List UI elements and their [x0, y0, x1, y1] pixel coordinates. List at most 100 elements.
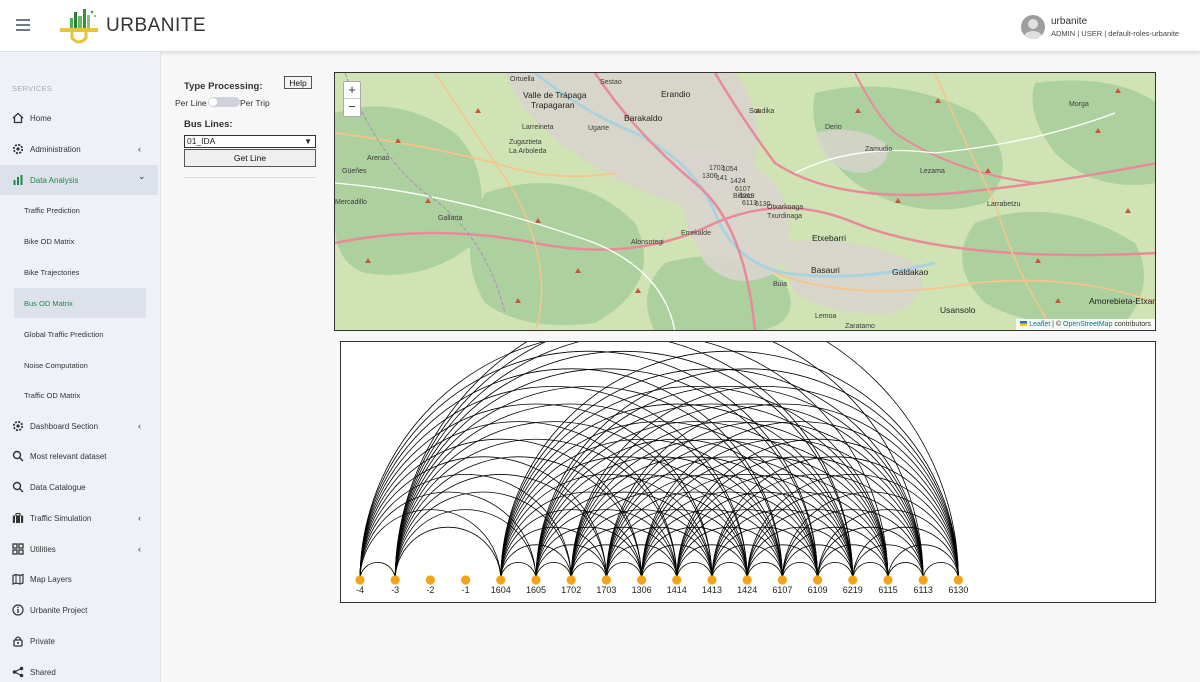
od-link-arc	[606, 491, 783, 581]
zoom-control: + −	[343, 81, 361, 117]
od-node-label: -2	[426, 585, 434, 595]
map-stop-label: 6130	[755, 201, 771, 208]
map-label: Zamudio	[865, 146, 893, 153]
sidebar-item-data-catalogue[interactable]: Data Catalogue	[0, 472, 158, 502]
od-node[interactable]	[742, 575, 752, 585]
od-node[interactable]	[672, 575, 682, 585]
od-node[interactable]	[953, 575, 964, 585]
map-label: La Arboleda	[509, 148, 547, 155]
map-label: Barakaldo	[624, 113, 663, 123]
sidebar-item-label: Home	[30, 113, 52, 123]
od-link-arc	[359, 491, 537, 581]
map-stop-label: 6219	[739, 193, 755, 200]
get-line-button[interactable]: Get Line	[184, 149, 316, 167]
sidebar-subitem-traffic-prediction[interactable]: Traffic Prediction	[0, 195, 158, 225]
share-icon	[12, 666, 24, 678]
od-link-arc	[782, 562, 818, 581]
lock-icon	[13, 636, 23, 647]
od-node[interactable]	[848, 575, 858, 585]
od-node[interactable]	[601, 575, 611, 585]
map-attribution: Leaflet | © OpenStreetMap contributors	[1016, 319, 1155, 330]
search-icon	[12, 450, 24, 462]
zoom-out-button[interactable]: −	[344, 99, 360, 116]
sidebar-item-utilities[interactable]: Utilities ‹	[0, 534, 158, 564]
sidebar-item-label: Urbanite Project	[30, 605, 88, 615]
search-icon	[12, 481, 24, 493]
od-arc-diagram: -4 -3 -2 -1 1604 1605 1702 1703 1306 1414 1413 1424…	[340, 341, 1156, 603]
sidebar-item-administration[interactable]: Administration ‹	[0, 134, 158, 164]
od-node[interactable]	[707, 575, 717, 585]
hamburger-menu-icon[interactable]	[16, 19, 30, 31]
sidebar-item-dashboard-section[interactable]: Dashboard Section ‹	[0, 411, 158, 441]
gear-icon	[12, 420, 24, 432]
sidebar-subitem-label: Noise Computation	[24, 361, 88, 370]
od-link-arc	[535, 491, 713, 581]
openstreetmap-link[interactable]: OpenStreetMap	[1063, 321, 1112, 328]
user-roles: ADMIN | USER | default-roles-urbanite	[1051, 29, 1180, 38]
sidebar-subitem-bike-trajectories[interactable]: Bike Trajectories	[0, 257, 158, 287]
od-link-arc	[394, 342, 924, 581]
urbanite-logo	[60, 9, 98, 44]
zoom-in-button[interactable]: +	[344, 82, 360, 99]
sidebar-item-data-analysis[interactable]: Data Analysis ⌄	[0, 165, 158, 195]
od-node-label: 1306	[632, 585, 652, 595]
od-node[interactable]	[813, 575, 823, 585]
avatar[interactable]	[1021, 15, 1045, 39]
sidebar-subitem-traffic-od-matrix[interactable]: Traffic OD Matrix	[0, 380, 158, 410]
processing-type-toggle[interactable]	[208, 97, 240, 107]
sidebar-item-most-relevant-dataset[interactable]: Most relevant dataset	[0, 441, 158, 471]
sidebar-item-private[interactable]: Private	[0, 626, 158, 656]
sidebar-item-home[interactable]: Home	[0, 103, 158, 133]
map-view[interactable]: + − Ortuella Sestao Valle de Trápaga Tra…	[334, 72, 1156, 331]
od-node[interactable]	[883, 575, 893, 585]
map-label: Lezama	[920, 168, 945, 175]
od-link-arc	[535, 562, 572, 581]
sidebar-item-urbanite-project[interactable]: Urbanite Project	[0, 595, 158, 625]
od-node-label: 6130	[948, 585, 968, 595]
od-node-label: 1605	[526, 585, 546, 595]
chevron-left-icon: ‹	[138, 421, 141, 431]
bus-line-selected-value: 01_IDA	[187, 136, 216, 146]
od-link-arc	[676, 491, 854, 581]
od-link-arc	[570, 386, 959, 581]
map-label: Otxarkoaga	[767, 204, 804, 211]
od-link-arc	[394, 491, 572, 581]
od-node[interactable]	[496, 575, 506, 585]
od-node[interactable]	[531, 575, 541, 585]
od-link-arc	[641, 491, 818, 581]
sidebar-subitem-bike-od-matrix[interactable]: Bike OD Matrix	[0, 226, 158, 256]
brand-name: URBANITE	[106, 15, 207, 36]
sidebar-subitem-bus-od-matrix[interactable]: Bus OD Matrix	[14, 288, 146, 318]
bus-line-select[interactable]: 01_IDA ▼	[184, 135, 316, 148]
od-node-label: 6107	[772, 585, 792, 595]
od-node[interactable]	[777, 575, 787, 585]
bus-lines-label: Bus Lines:	[184, 119, 233, 130]
sidebar-subitem-noise-computation[interactable]: Noise Computation	[0, 350, 158, 380]
map-label: Arenao	[367, 155, 390, 162]
sidebar-item-traffic-simulation[interactable]: Traffic Simulation ‹	[0, 503, 158, 533]
map-stop-label: 141	[716, 175, 728, 182]
map-label: Errekalde	[681, 230, 711, 237]
od-node[interactable]	[918, 575, 928, 585]
od-node[interactable]	[425, 575, 435, 585]
attribution-separator: | ©	[1050, 321, 1064, 328]
od-node[interactable]	[390, 575, 400, 585]
sidebar-item-map-layers[interactable]: Map Layers	[0, 564, 158, 594]
grid-icon	[12, 543, 24, 555]
od-node-label: 1413	[702, 585, 722, 595]
od-node[interactable]	[637, 575, 647, 585]
sidebar-subitem-global-traffic-prediction[interactable]: Global Traffic Prediction	[0, 319, 158, 349]
map-label: Usansolo	[940, 305, 976, 315]
od-link-arc	[394, 342, 889, 581]
sidebar-item-label: Dashboard Section	[30, 421, 99, 431]
od-node[interactable]	[461, 575, 471, 585]
leaflet-link[interactable]: Leaflet	[1029, 321, 1050, 328]
od-node-label: 6109	[808, 585, 828, 595]
sidebar-item-label: Private	[30, 636, 55, 646]
help-button[interactable]: Help	[284, 76, 312, 89]
od-node[interactable]	[355, 575, 365, 585]
od-node[interactable]	[566, 575, 576, 585]
od-link-arc	[500, 421, 818, 581]
sidebar-item-shared[interactable]: Shared	[0, 657, 158, 682]
sidebar-subitem-label: Bus OD Matrix	[24, 299, 73, 308]
